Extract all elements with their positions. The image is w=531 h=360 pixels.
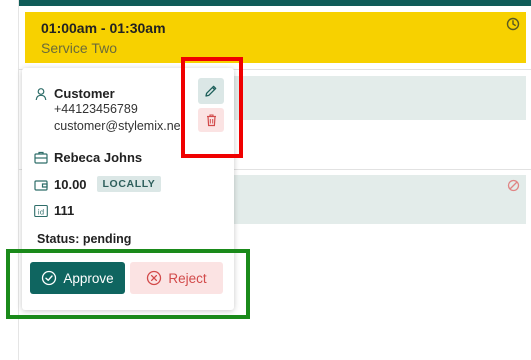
booking-id-row: id 111 [34, 203, 74, 218]
edit-delete-highlight [181, 57, 243, 158]
customer-row: Customer +44123456789 customer@stylemix.… [34, 86, 181, 135]
booking-card[interactable]: 01:00am - 01:30am Service Two [25, 12, 526, 63]
blocked-icon [507, 179, 520, 192]
booking-service: Service Two [41, 40, 117, 56]
id-icon: id [34, 204, 48, 218]
user-icon [34, 87, 48, 101]
price-row: 10.00 LOCALLY [34, 176, 162, 192]
customer-name: Customer [54, 86, 115, 101]
wallet-icon [34, 178, 48, 192]
booking-time: 01:00am - 01:30am [41, 20, 166, 36]
calendar-top-bar [18, 0, 531, 6]
payment-method-badge: LOCALLY [96, 176, 162, 192]
time-slot[interactable] [230, 76, 526, 120]
id-card-icon [34, 151, 48, 165]
customer-email: customer@stylemix.ne [54, 119, 181, 133]
svg-text:id: id [38, 208, 44, 216]
time-slot-blocked[interactable] [230, 175, 526, 224]
booking-id: 111 [54, 203, 75, 218]
approve-reject-highlight [6, 249, 250, 319]
employee-row: Rebeca Johns [34, 150, 142, 165]
booking-status: Status: pending [37, 232, 132, 246]
customer-phone: +44123456789 [54, 102, 138, 116]
booking-price: 10.00 [54, 176, 87, 192]
employee-name: Rebeca Johns [54, 150, 143, 165]
clock-icon [506, 17, 520, 31]
